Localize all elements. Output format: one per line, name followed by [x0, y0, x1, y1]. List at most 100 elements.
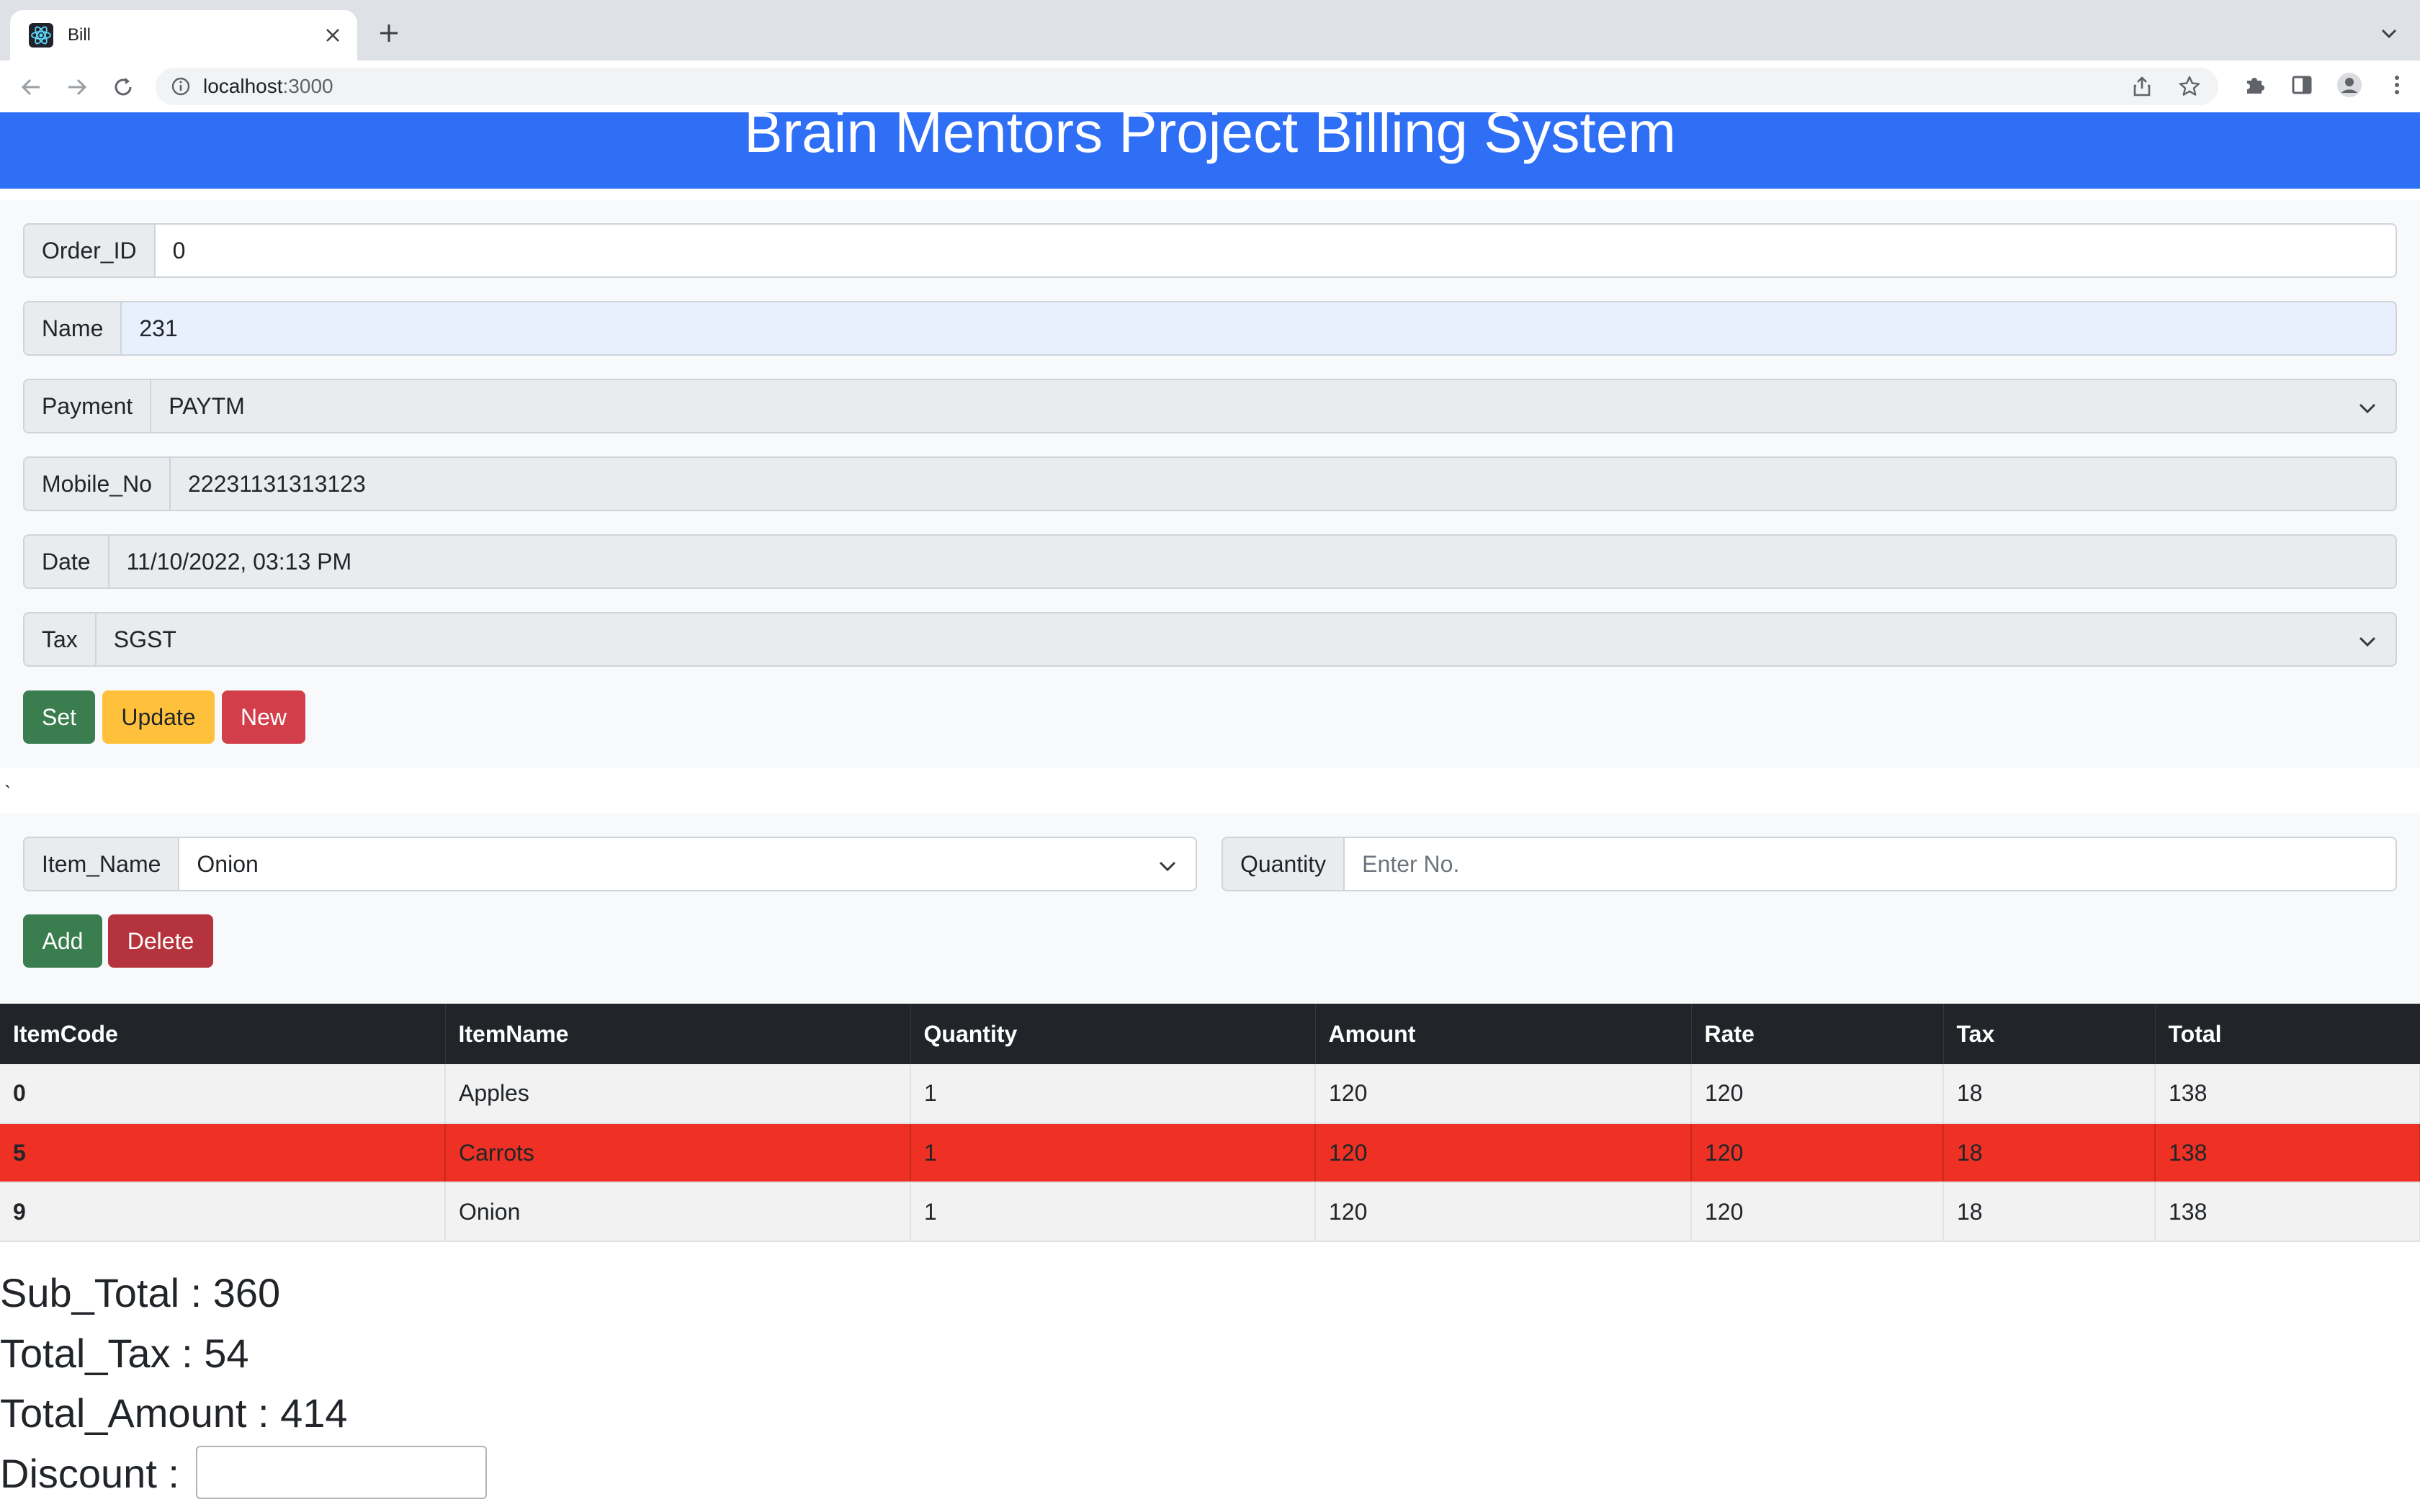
address-bar[interactable]: localhost:3000: [156, 68, 2218, 105]
url-text: localhost:3000: [203, 75, 333, 98]
sub-total: Sub_Total : 360: [0, 1273, 280, 1313]
page-content: Brain Mentors Project Billing System Ord…: [0, 112, 2420, 1512]
col-header-total: Total: [2155, 1004, 2420, 1064]
reload-icon[interactable]: [109, 73, 137, 101]
cell-tax: 18: [1943, 1123, 2156, 1183]
payment-label: Payment: [23, 379, 152, 433]
order-id-group: Order_ID 0: [23, 223, 2397, 278]
mobile-group: Mobile_No 22231131313123: [23, 456, 2397, 511]
total-tax-value: 54: [204, 1331, 249, 1376]
name-label: Name: [23, 301, 122, 356]
quantity-placeholder: Enter No.: [1362, 850, 1460, 877]
cell-tax: 18: [1943, 1182, 2156, 1242]
side-panel-icon[interactable]: [2289, 72, 2315, 98]
stray-character: `: [4, 782, 12, 804]
quantity-input[interactable]: Enter No.: [1345, 837, 2397, 891]
cell-amount: 120: [1315, 1123, 1692, 1183]
quantity-label: Quantity: [1222, 837, 1345, 891]
update-button[interactable]: Update: [102, 690, 215, 744]
profile-avatar-icon[interactable]: [2336, 72, 2362, 98]
col-header-itemcode: ItemCode: [0, 1004, 446, 1064]
table-row[interactable]: 9 Onion 1 120 120 18 138: [0, 1182, 2420, 1242]
cell-tax: 18: [1943, 1064, 2156, 1124]
col-header-quantity: Quantity: [910, 1004, 1316, 1064]
date-group: Date 11/10/2022, 03:13 PM: [23, 534, 2397, 589]
cell-itemcode: 5: [0, 1123, 446, 1183]
cell-rate: 120: [1691, 1182, 1944, 1242]
table-header-row: ItemCode ItemName Quantity Amount Rate T…: [0, 1004, 2420, 1064]
mobile-value: 22231131313123: [187, 470, 366, 497]
total-amount-label: Total_Amount :: [0, 1390, 281, 1436]
chevron-down-icon: [1159, 861, 1176, 872]
item-name-select[interactable]: Onion: [179, 837, 1197, 891]
date-label: Date: [23, 534, 109, 589]
total-tax: Total_Tax : 54: [0, 1333, 249, 1374]
discount: Discount :: [0, 1454, 179, 1494]
cell-quantity: 1: [910, 1182, 1316, 1242]
cell-itemcode: 9: [0, 1182, 446, 1242]
total-tax-label: Total_Tax :: [0, 1331, 205, 1376]
item-name-group: Item_Name Onion: [23, 837, 1197, 891]
col-header-rate: Rate: [1691, 1004, 1944, 1064]
discount-input[interactable]: [196, 1446, 487, 1499]
cell-itemname: Apples: [445, 1064, 911, 1124]
order-id-label: Order_ID: [23, 223, 156, 278]
browser-tab[interactable]: Bill: [10, 10, 357, 60]
tax-select[interactable]: SGST: [96, 612, 2397, 667]
name-group: Name 231: [23, 301, 2397, 356]
cell-itemcode: 0: [0, 1064, 446, 1124]
extensions-puzzle-icon[interactable]: [2241, 72, 2267, 98]
cell-itemname: Onion: [445, 1182, 911, 1242]
bookmark-star-icon[interactable]: [2177, 73, 2202, 99]
cell-itemname: Carrots: [445, 1123, 911, 1183]
tax-group: Tax SGST: [23, 612, 2397, 667]
discount-label: Discount :: [0, 1451, 179, 1496]
items-table: ItemCode ItemName Quantity Amount Rate T…: [0, 1004, 2420, 1242]
delete-button[interactable]: Delete: [108, 914, 213, 968]
mobile-label: Mobile_No: [23, 456, 171, 511]
set-button[interactable]: Set: [23, 690, 95, 744]
chevron-down-icon[interactable]: [2377, 22, 2401, 46]
mobile-input[interactable]: 22231131313123: [170, 456, 2397, 511]
payment-value: PAYTM: [169, 392, 245, 419]
url-port: :3000: [282, 75, 333, 97]
cell-total: 138: [2155, 1064, 2420, 1124]
add-button[interactable]: Add: [23, 914, 102, 968]
item-name-value: Onion: [197, 850, 259, 877]
sub-total-label: Sub_Total :: [0, 1270, 213, 1315]
tax-value: SGST: [113, 626, 176, 652]
order-id-input[interactable]: 0: [155, 223, 2397, 278]
forward-arrow-icon[interactable]: [63, 73, 91, 101]
react-icon: [29, 23, 53, 48]
quantity-group: Quantity Enter No.: [1222, 837, 2397, 891]
payment-group: Payment PAYTM: [23, 379, 2397, 433]
cell-rate: 120: [1691, 1123, 1944, 1183]
name-input[interactable]: 231: [122, 301, 2397, 356]
info-icon[interactable]: [170, 76, 192, 97]
cell-quantity: 1: [910, 1123, 1316, 1183]
chevron-down-icon: [2359, 636, 2376, 647]
table-row[interactable]: 0 Apples 1 120 120 18 138: [0, 1064, 2420, 1124]
col-header-amount: Amount: [1315, 1004, 1692, 1064]
cell-amount: 120: [1315, 1182, 1692, 1242]
page-title: Brain Mentors Project Billing System: [0, 112, 2420, 189]
new-button[interactable]: New: [222, 690, 305, 744]
name-value: 231: [139, 315, 178, 341]
browser-toolbar: localhost:3000: [0, 60, 2420, 112]
table-row-selected[interactable]: 5 Carrots 1 120 120 18 138: [0, 1123, 2420, 1183]
payment-select[interactable]: PAYTM: [151, 379, 2397, 433]
col-header-tax: Tax: [1943, 1004, 2156, 1064]
back-arrow-icon[interactable]: [17, 73, 45, 101]
cell-total: 138: [2155, 1182, 2420, 1242]
date-input[interactable]: 11/10/2022, 03:13 PM: [109, 534, 2397, 589]
new-tab-icon[interactable]: [375, 19, 403, 48]
order-id-value: 0: [172, 237, 186, 264]
browser-tabstrip: Bill: [0, 0, 2420, 60]
share-icon[interactable]: [2129, 73, 2155, 99]
close-tab-icon[interactable]: [318, 21, 347, 50]
more-vertical-icon[interactable]: [2384, 72, 2410, 98]
total-amount: Total_Amount : 414: [0, 1393, 348, 1434]
total-amount-value: 414: [280, 1390, 348, 1436]
item-name-label: Item_Name: [23, 837, 180, 891]
cell-total: 138: [2155, 1123, 2420, 1183]
